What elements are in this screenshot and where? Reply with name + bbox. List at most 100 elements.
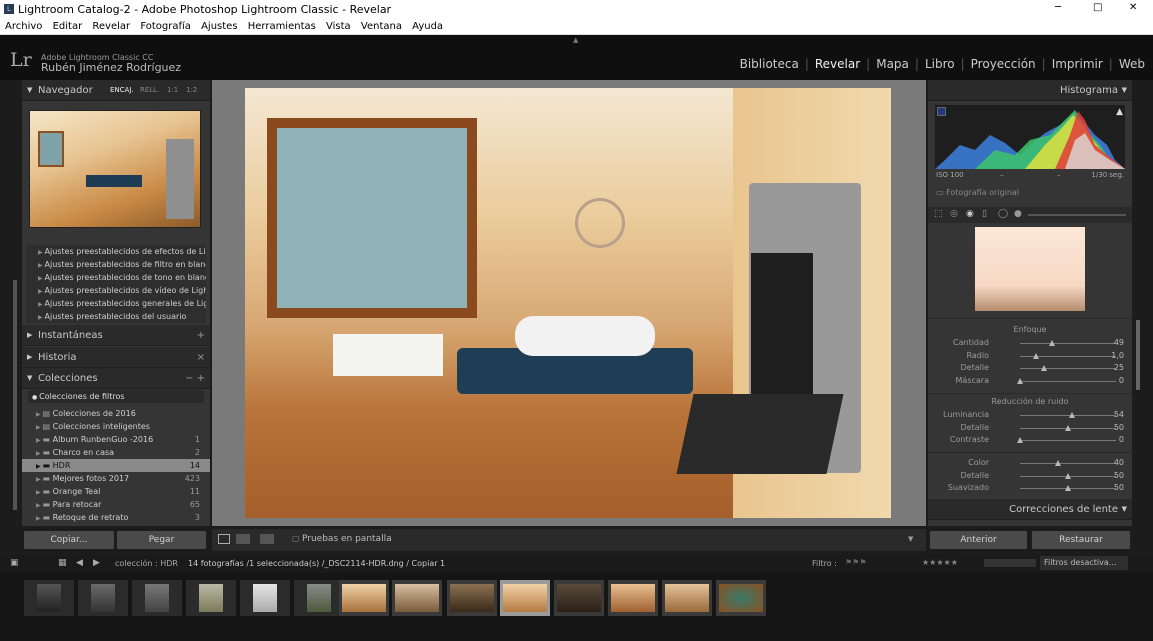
collection-item[interactable]: ▶ ▬ Charco en casa 2 — [22, 446, 210, 459]
loupe-view-icon[interactable] — [218, 534, 230, 544]
preset-item[interactable]: ▶ Ajustes preestablecidos del usuario — [26, 310, 206, 323]
slider-knob[interactable] — [1068, 412, 1075, 418]
copy-button[interactable]: Copiar... — [24, 531, 114, 549]
slider-row[interactable]: Suavizado 50 — [928, 482, 1132, 495]
filmstrip-thumbnail[interactable] — [716, 580, 766, 616]
module-web[interactable]: Web — [1119, 57, 1145, 71]
slider-value[interactable]: 54 — [1114, 409, 1124, 422]
crop-tool-icon[interactable]: ⬚ — [934, 209, 943, 219]
slider-track[interactable] — [1020, 463, 1116, 464]
menu-editar[interactable]: Editar — [53, 21, 83, 32]
menu-fotografia[interactable]: Fotografía — [140, 21, 191, 32]
slider-value[interactable]: 1,0 — [1111, 350, 1124, 363]
menu-vista[interactable]: Vista — [326, 21, 351, 32]
preset-item[interactable]: ▶ Ajustes preestablecidos de filtro en b… — [26, 258, 206, 271]
slider-row[interactable]: Radio 1,0 — [928, 350, 1132, 363]
slider-knob[interactable] — [1017, 437, 1023, 443]
maximize-icon[interactable]: □ — [1093, 2, 1102, 13]
filmstrip-thumbnail[interactable] — [78, 580, 128, 616]
secondary-display-icon[interactable]: ▣ — [10, 558, 19, 568]
shadow-clipping-icon[interactable] — [937, 107, 946, 116]
flag-filter-icon[interactable]: ⚑⚑⚑ — [845, 558, 867, 567]
filmstrip-thumbnail[interactable] — [447, 580, 497, 616]
slider-value[interactable]: 49 — [1114, 337, 1124, 350]
main-photo[interactable] — [245, 88, 891, 518]
slider-track[interactable] — [1020, 343, 1116, 344]
slider-row[interactable]: Cantidad 49 — [928, 337, 1132, 350]
slider-knob[interactable] — [1048, 340, 1055, 346]
snapshots-header[interactable]: ▶ Instantáneas + — [22, 325, 210, 346]
radial-filter-icon[interactable]: ◯ — [998, 209, 1008, 219]
grid-view-icon[interactable]: ▦ — [58, 558, 67, 568]
collection-set[interactable]: ▶ ▤ Colecciones de 2016 — [22, 407, 210, 420]
slider-value[interactable]: 50 — [1114, 482, 1124, 495]
module-biblioteca[interactable]: Biblioteca — [740, 57, 799, 71]
swap-icon[interactable] — [260, 534, 274, 544]
close-icon[interactable]: ✕ — [1129, 2, 1137, 13]
slider-row[interactable]: Máscara 0 — [928, 375, 1132, 388]
slider-row[interactable]: Contraste 0 — [928, 434, 1132, 447]
add-snapshot-icon[interactable]: + — [197, 325, 205, 346]
collection-controls[interactable]: − + — [185, 368, 205, 389]
collections-header[interactable]: ▼ Colecciones − + — [22, 368, 210, 389]
slider-value[interactable]: 50 — [1114, 470, 1124, 483]
module-proyeccion[interactable]: Proyección — [971, 57, 1036, 71]
menu-archivo[interactable]: Archivo — [5, 21, 42, 32]
slider-knob[interactable] — [1065, 485, 1071, 491]
module-imprimir[interactable]: Imprimir — [1052, 57, 1103, 71]
zoom-1-2[interactable]: 1:2 — [186, 80, 197, 101]
menu-ajustes[interactable]: Ajustes — [201, 21, 237, 32]
collection-item-selected[interactable]: ▶ ▬ HDR 14 — [22, 459, 210, 472]
before-after-icon[interactable] — [236, 534, 250, 544]
collection-item[interactable]: ▶ ▬ Retoque de retrato 3 — [22, 511, 210, 524]
histogram-header[interactable]: Histograma ▼ — [928, 80, 1132, 101]
rating-filter-icon[interactable]: ★★★★★ — [922, 558, 958, 567]
spot-removal-icon[interactable]: ◎ — [950, 209, 958, 219]
menu-herramientas[interactable]: Herramientas — [248, 21, 316, 32]
slider-knob[interactable] — [1065, 424, 1071, 431]
slider-value[interactable]: 25 — [1114, 362, 1124, 375]
original-photo-toggle[interactable]: ▭ Fotografía original — [936, 188, 1019, 197]
forward-arrow-icon[interactable]: ▶ — [93, 558, 100, 568]
minimize-icon[interactable]: ─ — [1055, 2, 1061, 13]
color-filter-icon[interactable] — [984, 559, 1036, 567]
zoom-1-1[interactable]: 1:1 — [167, 80, 178, 101]
filmstrip-thumbnail[interactable] — [24, 580, 74, 616]
filmstrip-thumbnail[interactable] — [240, 580, 290, 616]
slider-knob[interactable] — [1041, 365, 1047, 371]
slider-knob[interactable] — [1055, 460, 1062, 466]
history-header[interactable]: ▶ Historia × — [22, 347, 210, 368]
slider-row[interactable]: Detalle 25 — [928, 362, 1132, 375]
collection-item[interactable]: ▶ ▬ Album RunbenGuo -2016 1 — [22, 433, 210, 446]
module-mapa[interactable]: Mapa — [876, 57, 909, 71]
filmstrip-thumbnail[interactable] — [132, 580, 182, 616]
collection-set[interactable]: ▶ ▤ Colecciones inteligentes — [22, 420, 210, 433]
menu-ayuda[interactable]: Ayuda — [412, 21, 443, 32]
slider-knob[interactable] — [1033, 352, 1040, 359]
slider-track[interactable] — [1020, 380, 1116, 382]
zoom-fill[interactable]: RELL. — [140, 80, 159, 101]
filter-select[interactable]: Filtros desactiva... — [1040, 556, 1128, 570]
filmstrip-thumbnail[interactable] — [392, 580, 442, 616]
preset-item[interactable]: ▶ Ajustes preestablecidos de efectos de … — [26, 245, 206, 258]
clear-history-icon[interactable]: × — [197, 347, 205, 368]
filmstrip-thumbnail[interactable] — [608, 580, 658, 616]
menu-revelar[interactable]: Revelar — [92, 21, 130, 32]
detail-preview[interactable] — [975, 227, 1085, 311]
collection-item[interactable]: ▶ ▬ Para retocar 65 — [22, 498, 210, 511]
slider-row[interactable]: Detalle 50 — [928, 422, 1132, 435]
slider-row[interactable]: Detalle 50 — [928, 470, 1132, 483]
collapse-top-icon[interactable]: ▲ — [573, 36, 578, 44]
graduated-filter-icon[interactable]: ▯ — [982, 209, 987, 219]
paste-button[interactable]: Pegar — [117, 531, 206, 549]
toolbar-menu-icon[interactable]: ▼ — [908, 535, 913, 543]
slider-value[interactable]: 50 — [1114, 422, 1124, 435]
slider-row[interactable]: Color 40 — [928, 457, 1132, 470]
filmstrip-thumbnail[interactable] — [294, 580, 344, 616]
collection-filter[interactable]: ● Colecciones de filtros — [28, 390, 204, 403]
redeye-icon[interactable]: ◉ — [966, 209, 974, 219]
lens-corrections-header[interactable]: Correcciones de lente ▼ — [928, 499, 1132, 520]
zoom-fit[interactable]: ENCAJ. — [110, 80, 134, 101]
slider-track[interactable] — [1020, 440, 1116, 441]
slider-value[interactable]: 0 — [1119, 375, 1124, 388]
